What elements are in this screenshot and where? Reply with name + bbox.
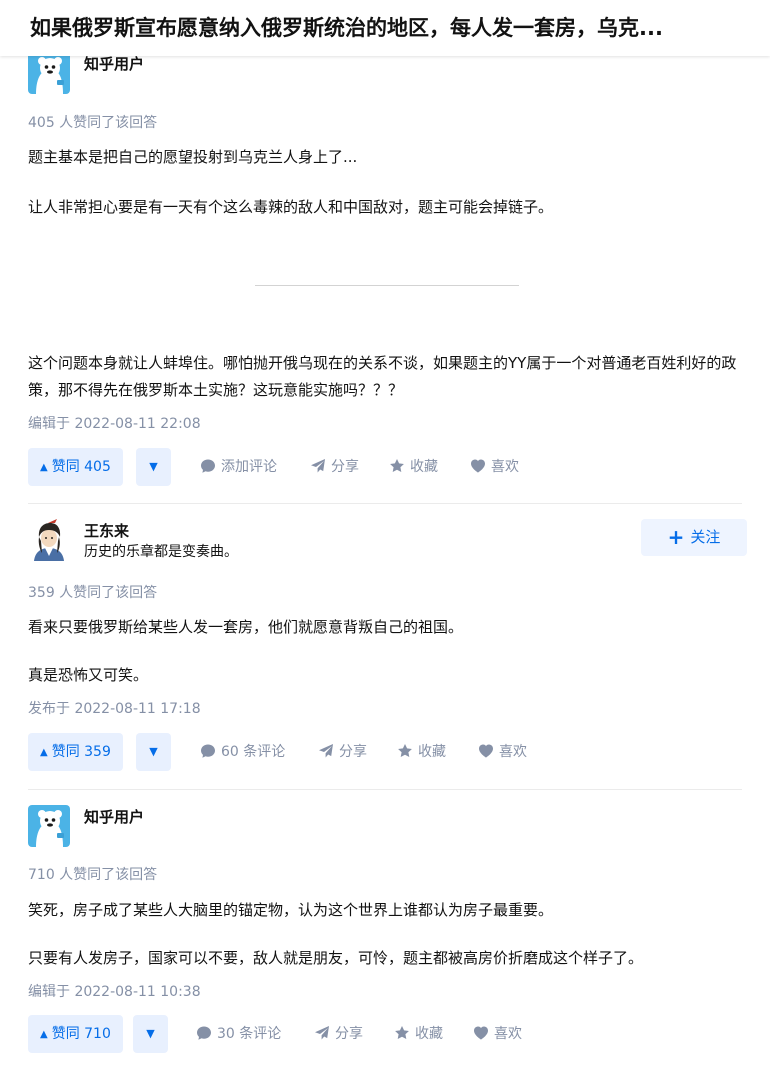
- collect-button[interactable]: 收藏: [389, 448, 438, 486]
- comment-button[interactable]: 30 条评论: [196, 1015, 281, 1053]
- answer-card: 知乎用户 405 人赞同了该回答 题主基本是把自己的愿望投射到乌克兰人身上了..…: [28, 52, 742, 488]
- answer-paragraph: 看来只要俄罗斯给某些人发一套房，他们就愿意背叛自己的祖国。: [28, 618, 464, 636]
- up-triangle-icon: ▲: [40, 1029, 48, 1040]
- answer-paragraph: 真是恐怖又可笑。: [28, 666, 149, 684]
- collect-label: 收藏: [418, 744, 446, 760]
- avatar[interactable]: [28, 805, 70, 847]
- voters-count: 710 人赞同了该回答: [28, 867, 158, 883]
- collect-button[interactable]: 收藏: [394, 1015, 443, 1053]
- plus-icon: +: [667, 525, 685, 549]
- heart-icon: [474, 1026, 488, 1040]
- vote-up-label: 赞同 710: [51, 1026, 111, 1042]
- author-info: 王东来 历史的乐章都是变奏曲。 + 关注: [28, 519, 747, 563]
- anime-character-avatar-icon: [28, 519, 70, 561]
- vote-up-button[interactable]: ▲ 赞同 405: [28, 448, 123, 486]
- question-title[interactable]: 如果俄罗斯宣布愿意纳入俄罗斯统治的地区，每人发一套房，乌克...: [30, 13, 760, 43]
- star-icon: [398, 744, 412, 757]
- like-button[interactable]: 喜欢: [473, 1015, 522, 1053]
- share-label: 分享: [331, 459, 359, 475]
- zhihu-anonymous-avatar-icon: [28, 805, 70, 847]
- action-bar: ▲ 赞同 359 ▼ 60 条评论 分享 收藏 喜欢: [28, 733, 742, 771]
- like-button[interactable]: 喜欢: [470, 448, 519, 486]
- author-name[interactable]: 王东来: [84, 521, 129, 541]
- comment-label: 30 条评论: [217, 1026, 282, 1042]
- like-label: 喜欢: [499, 744, 527, 760]
- star-icon: [395, 1026, 409, 1039]
- collect-label: 收藏: [410, 459, 438, 475]
- up-triangle-icon: ▲: [40, 462, 48, 473]
- avatar[interactable]: [28, 52, 70, 94]
- heart-icon: [471, 459, 485, 473]
- follow-button[interactable]: + 关注: [641, 519, 747, 556]
- answer-paragraph: 题主基本是把自己的愿望投射到乌克兰人身上了...: [28, 148, 358, 166]
- answer-separator: [28, 789, 742, 790]
- edit-time[interactable]: 编辑于 2022-08-11 10:38: [28, 982, 201, 1002]
- answer-card: 知乎用户 710 人赞同了该回答 笑死，房子成了某些人大脑里的锚定物，认为这个世…: [28, 805, 742, 1059]
- question-header: 如果俄罗斯宣布愿意纳入俄罗斯统治的地区，每人发一套房，乌克...: [0, 0, 770, 56]
- up-triangle-icon: ▲: [40, 747, 48, 758]
- answer-separator: [28, 503, 742, 504]
- share-button[interactable]: 分享: [318, 733, 367, 771]
- like-button[interactable]: 喜欢: [478, 733, 527, 771]
- vote-down-button[interactable]: ▼: [133, 1015, 168, 1053]
- comment-bubble-icon: [201, 459, 215, 473]
- answer-paragraph: 笑死，房子成了某些人大脑里的锚定物，认为这个世界上谁都认为房子最重要。: [28, 901, 554, 919]
- zhihu-anonymous-avatar-icon: [28, 52, 70, 94]
- follow-label: 关注: [690, 528, 721, 546]
- collect-button[interactable]: 收藏: [397, 733, 446, 771]
- comment-label: 60 条评论: [221, 744, 286, 760]
- paper-plane-icon: [315, 1026, 329, 1040]
- paper-plane-icon: [311, 459, 325, 473]
- like-label: 喜欢: [491, 459, 519, 475]
- author-info: 知乎用户: [28, 805, 742, 849]
- comment-button[interactable]: 60 条评论: [200, 733, 285, 771]
- share-button[interactable]: 分享: [314, 1015, 363, 1053]
- down-triangle-icon: ▼: [149, 745, 158, 758]
- answer-paragraph: 只要有人发房子，国家可以不要，敌人就是朋友，可怜，题主都被高房价折磨成这个样子了…: [28, 949, 644, 967]
- down-triangle-icon: ▼: [146, 1027, 155, 1040]
- share-label: 分享: [335, 1026, 363, 1042]
- publish-time[interactable]: 发布于 2022-08-11 17:18: [28, 699, 201, 719]
- content-divider: [255, 285, 519, 286]
- comment-bubble-icon: [201, 744, 215, 758]
- vote-up-button[interactable]: ▲ 赞同 710: [28, 1015, 123, 1053]
- answer-card: 王东来 历史的乐章都是变奏曲。 + 关注 359 人赞同了该回答 看来只要俄罗斯给…: [28, 519, 747, 775]
- vote-down-button[interactable]: ▼: [136, 448, 171, 486]
- heart-icon: [479, 744, 493, 758]
- author-name[interactable]: 知乎用户: [84, 54, 144, 74]
- author-name[interactable]: 知乎用户: [84, 807, 144, 827]
- like-label: 喜欢: [494, 1026, 522, 1042]
- vote-down-button[interactable]: ▼: [136, 733, 171, 771]
- comment-label: 添加评论: [221, 459, 277, 475]
- collect-label: 收藏: [415, 1026, 443, 1042]
- vote-up-button[interactable]: ▲ 赞同 359: [28, 733, 123, 771]
- avatar[interactable]: [28, 519, 70, 561]
- voters-count: 405 人赞同了该回答: [28, 115, 158, 131]
- share-button[interactable]: 分享: [310, 448, 359, 486]
- comment-button[interactable]: 添加评论: [200, 448, 277, 486]
- voters-count: 359 人赞同了该回答: [28, 585, 158, 601]
- share-label: 分享: [339, 744, 367, 760]
- comment-bubble-icon: [197, 1026, 211, 1040]
- paper-plane-icon: [319, 744, 333, 758]
- author-info: 知乎用户: [28, 52, 742, 96]
- vote-up-label: 赞同 405: [51, 459, 111, 475]
- author-headline: 历史的乐章都是变奏曲。: [84, 544, 238, 560]
- answer-paragraph: 让人非常担心要是有一天有个这么毒辣的敌人和中国敌对，题主可能会掉链子。: [28, 198, 554, 216]
- action-bar: ▲ 赞同 405 ▼ 添加评论 分享 收藏 喜欢: [28, 448, 742, 486]
- down-triangle-icon: ▼: [149, 460, 158, 473]
- edit-time[interactable]: 编辑于 2022-08-11 22:08: [28, 414, 201, 434]
- action-bar: ▲ 赞同 710 ▼ 30 条评论 分享 收藏 喜欢: [28, 1015, 742, 1053]
- answer-paragraph: 这个问题本身就让人蚌埠住。哪怕抛开俄乌现在的关系不谈，如果题主的YY属于一个对普…: [28, 354, 737, 399]
- vote-up-label: 赞同 359: [51, 744, 111, 760]
- star-icon: [390, 459, 404, 472]
- answer-feed: 知乎用户 405 人赞同了该回答 题主基本是把自己的愿望投射到乌克兰人身上了..…: [0, 0, 770, 1070]
